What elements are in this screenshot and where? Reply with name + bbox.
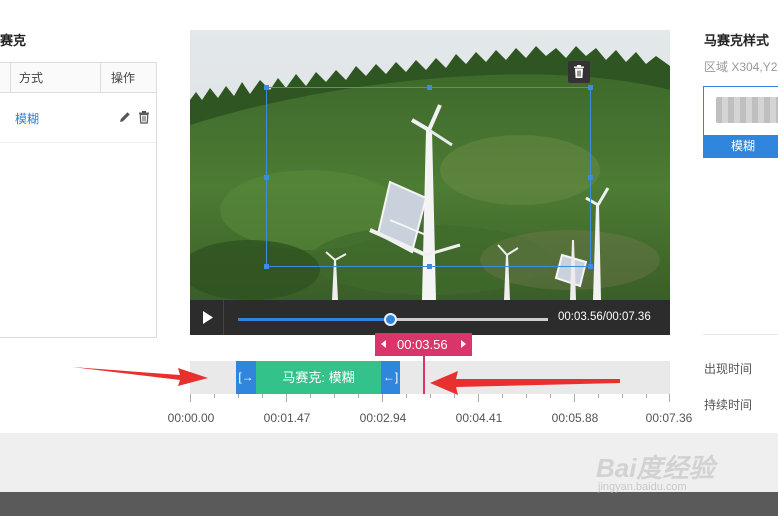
ruler-tick [262,394,263,398]
watermark-url: jingyan.baidu.com [598,481,687,493]
ruler-tick [214,394,215,398]
time-display: 00:03.56/00:07.36 [558,311,651,323]
trash-icon[interactable] [137,110,151,124]
blur-preview-image [716,97,778,123]
resize-handle-right[interactable] [588,175,593,180]
ruler-tick [190,394,191,402]
ruler-tick-label: 00:04.41 [455,411,503,425]
mosaic-region-box[interactable] [264,85,593,269]
ruler-tick [622,394,623,398]
clip-end-handle[interactable]: ←] [381,361,400,394]
progress-knob[interactable] [383,313,397,326]
resize-handle-top-left[interactable] [264,85,269,90]
ruler-tick-label: 00:02.94 [359,411,407,425]
mosaic-list-table: 方式 操作 模糊 [0,62,157,338]
ruler-tick [310,394,311,398]
trash-icon [574,65,584,78]
mosaic-clip[interactable]: [→ 马赛克: 模糊 ←] [236,361,400,394]
resize-handle-bottom-left[interactable] [264,264,269,269]
delete-region-button[interactable] [568,61,590,83]
play-button[interactable] [190,300,224,335]
ruler-tick-label: 00:05.88 [551,411,599,425]
appear-time-label: 出现时间 [704,362,753,376]
footer-bar [0,492,778,516]
right-panel-title: 马赛克样式 [704,33,770,48]
annotation-arrow-left-icon [430,371,620,395]
mosaic-style-card[interactable]: 模糊 [703,86,778,158]
table-row[interactable]: 模糊 [0,93,156,143]
resize-handle-top[interactable] [427,85,432,90]
ruler-tick [382,394,383,402]
pencil-icon[interactable] [118,110,132,124]
column-divider [10,63,11,93]
ruler-tick [406,394,407,398]
ruler-tick [669,394,670,402]
ruler-tick [334,394,335,398]
duration-label: 持续时间 [704,398,753,412]
table-header: 方式 操作 [0,63,156,93]
step-back-icon[interactable] [381,340,386,348]
clip-start-handle[interactable]: [→ [236,361,256,394]
ruler-tick [238,394,239,398]
clip-label[interactable]: 马赛克: 模糊 [256,361,381,394]
watermark-logo: Bai度经验 [596,453,715,483]
divider [703,334,778,335]
step-forward-icon[interactable] [461,340,466,348]
resize-handle-bottom[interactable] [427,264,432,269]
playhead-time-badge[interactable]: 00:03.56 [375,333,472,356]
column-header-action: 操作 [111,71,136,85]
ruler-tick [286,394,287,402]
video-controls: 00:03.56/00:07.36 [190,300,670,335]
blur-style-button[interactable]: 模糊 [704,135,778,157]
playhead-line[interactable] [423,356,425,394]
progress-fill [238,318,390,321]
column-header-method: 方式 [19,71,44,85]
annotation-arrow-right-icon [72,367,208,386]
progress-bar[interactable] [238,313,548,326]
ruler-tick [358,394,359,398]
column-divider [100,63,101,93]
ruler-tick-label: 00:07.36 [645,411,693,425]
resize-handle-left[interactable] [264,175,269,180]
play-icon [203,311,213,324]
left-panel-title: 赛克 [0,33,27,48]
ruler-tick [646,394,647,398]
ruler-tick-label: 00:01.47 [263,411,311,425]
mosaic-type-link[interactable]: 模糊 [15,110,39,127]
resize-handle-top-right[interactable] [588,85,593,90]
ruler-tick-label: 00:00.00 [167,411,215,425]
resize-handle-bottom-right[interactable] [588,264,593,269]
playhead-time: 00:03.56 [397,337,448,352]
region-coordinates: 区域 X304,Y2 [704,60,778,74]
